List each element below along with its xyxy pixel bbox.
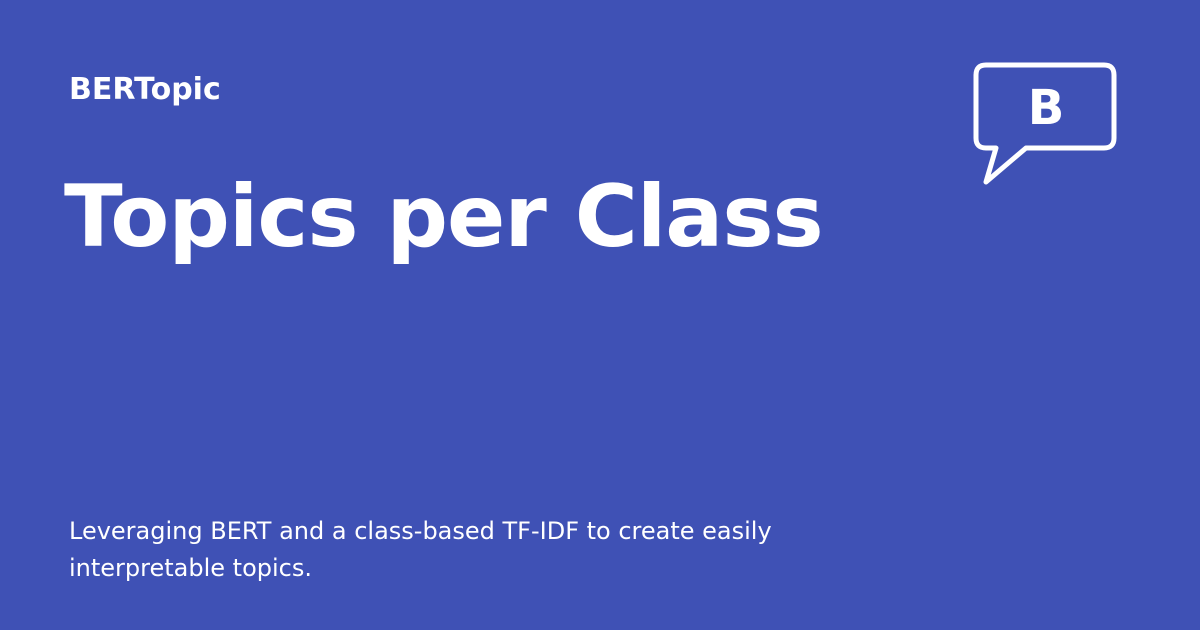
page-title: Topics per Class — [64, 167, 824, 267]
social-card: BERTopic Topics per Class B Leveraging B… — [0, 0, 1200, 630]
speech-bubble-logo-icon: B — [968, 60, 1120, 188]
site-name: BERTopic — [69, 72, 221, 107]
logo-letter: B — [1028, 80, 1065, 136]
page-description: Leveraging BERT and a class-based TF-IDF… — [69, 517, 772, 582]
